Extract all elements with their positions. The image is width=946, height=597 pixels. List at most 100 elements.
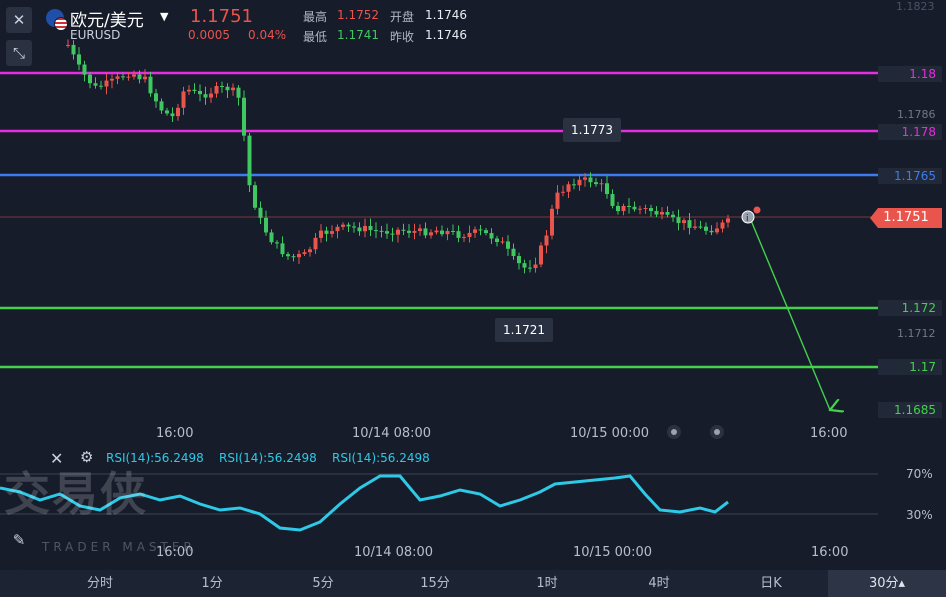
candle-body [616, 205, 620, 212]
candle-body [709, 230, 714, 233]
candle-body [577, 179, 582, 186]
candle-body [566, 184, 571, 192]
candle-body [440, 230, 444, 235]
tab-4h[interactable]: 4时 [604, 570, 714, 597]
collapse-arrows-icon: ⤡ [12, 44, 25, 62]
candle-body [676, 217, 681, 224]
candle-body [132, 74, 136, 77]
candle-body [330, 231, 334, 234]
tab-15m[interactable]: 15分 [380, 570, 490, 597]
candle-body [231, 87, 235, 91]
candle-body [115, 76, 120, 79]
rsi-lower-label: 30% [906, 508, 933, 522]
price-change: 0.0005 [188, 28, 230, 42]
candle-body [143, 76, 147, 80]
candle-body [473, 229, 477, 233]
last-price: 1.1751 [190, 6, 253, 27]
candle-body [324, 230, 329, 234]
candle-body [550, 208, 554, 236]
tab-daily[interactable]: 日K [716, 570, 826, 597]
candle-body [462, 237, 466, 239]
candle-body [159, 101, 164, 111]
candle-body [594, 182, 598, 185]
candle-body [401, 229, 406, 231]
level-tag[interactable]: 1.1765 [878, 168, 942, 184]
candle-body [99, 85, 103, 87]
candle-body [715, 228, 719, 233]
tab-1h[interactable]: 1时 [492, 570, 602, 597]
candle-body [671, 214, 675, 218]
candle-body [423, 228, 428, 236]
candle-body [665, 212, 670, 215]
candle-body [429, 232, 433, 236]
rsi-label: RSI(14):56.2498 [106, 451, 204, 465]
rsi-label: RSI(14):56.2498 [219, 451, 317, 465]
candle-body [621, 205, 626, 212]
collapse-button[interactable]: ⤡ [6, 40, 32, 66]
close-button[interactable]: ✕ [6, 7, 32, 33]
candle-body [605, 183, 609, 195]
candle-body [638, 208, 642, 210]
caret-down-icon[interactable]: ▼ [160, 10, 168, 23]
candle-body [148, 76, 153, 94]
svg-text:i: i [746, 214, 749, 224]
low-value: 1.1741 [337, 28, 379, 42]
candle-body [319, 230, 323, 238]
candle-body [418, 228, 422, 232]
candle-body [583, 177, 587, 180]
level-tag[interactable]: 1.178 [878, 124, 942, 140]
candle-body [682, 220, 686, 224]
candle-body [242, 97, 246, 136]
price-tick-top: 1.1823 [896, 0, 935, 13]
rsi-upper-label: 70% [906, 467, 933, 481]
pencil-icon: ✎ [12, 531, 26, 549]
candle-body [660, 212, 664, 215]
candle-body [495, 238, 499, 243]
tab-1m[interactable]: 1分 [157, 570, 267, 597]
candle-body [225, 86, 230, 91]
watermark-cn: 交易侠 [4, 467, 148, 521]
candle-body [649, 208, 653, 212]
projection-arrow [749, 217, 830, 410]
candle-body [264, 217, 268, 233]
candle-body [352, 226, 356, 228]
candle-body [275, 242, 279, 244]
candle-body [253, 185, 257, 208]
candle-body [456, 231, 461, 238]
close-indicator-icon[interactable]: ✕ [50, 449, 63, 468]
candle-body [511, 248, 516, 257]
candle-body [489, 233, 494, 239]
candle-body [522, 263, 527, 268]
candle-body [412, 231, 417, 233]
candle-body [561, 191, 565, 193]
candle-body [280, 243, 285, 255]
candle-body [610, 194, 615, 206]
candle-body [302, 252, 307, 255]
candle-body [335, 226, 340, 232]
rsi-time-label: 16:00 [156, 545, 194, 560]
candle-body [71, 44, 76, 55]
draw-button[interactable]: ✎ [6, 527, 32, 553]
settings-icon[interactable]: ⚙ [80, 448, 93, 466]
alert-dot [753, 206, 761, 214]
candle-body [170, 113, 175, 117]
candle-body [517, 256, 521, 264]
rsi-time-label: 16:00 [811, 545, 849, 560]
level-tag[interactable]: 1.172 [878, 300, 942, 316]
candle-body [396, 229, 400, 235]
candle-body [192, 89, 197, 91]
candle-body [698, 226, 703, 228]
tab-5m[interactable]: 5分 [268, 570, 378, 597]
level-tag[interactable]: 1.17 [878, 359, 942, 375]
tab-timeshare[interactable]: 分时 [45, 570, 155, 597]
candle-body [451, 230, 455, 232]
candle-body [214, 85, 219, 94]
current-price-tag: 1.1751 [870, 208, 942, 228]
candle-body [720, 222, 725, 229]
prev-close-value: 1.1746 [425, 28, 467, 42]
candle-body [286, 254, 290, 257]
tab-30m[interactable]: 30分▴ [828, 570, 946, 597]
candle-body [632, 206, 637, 210]
candle-body [693, 226, 697, 228]
level-tag[interactable]: 1.18 [878, 66, 942, 82]
